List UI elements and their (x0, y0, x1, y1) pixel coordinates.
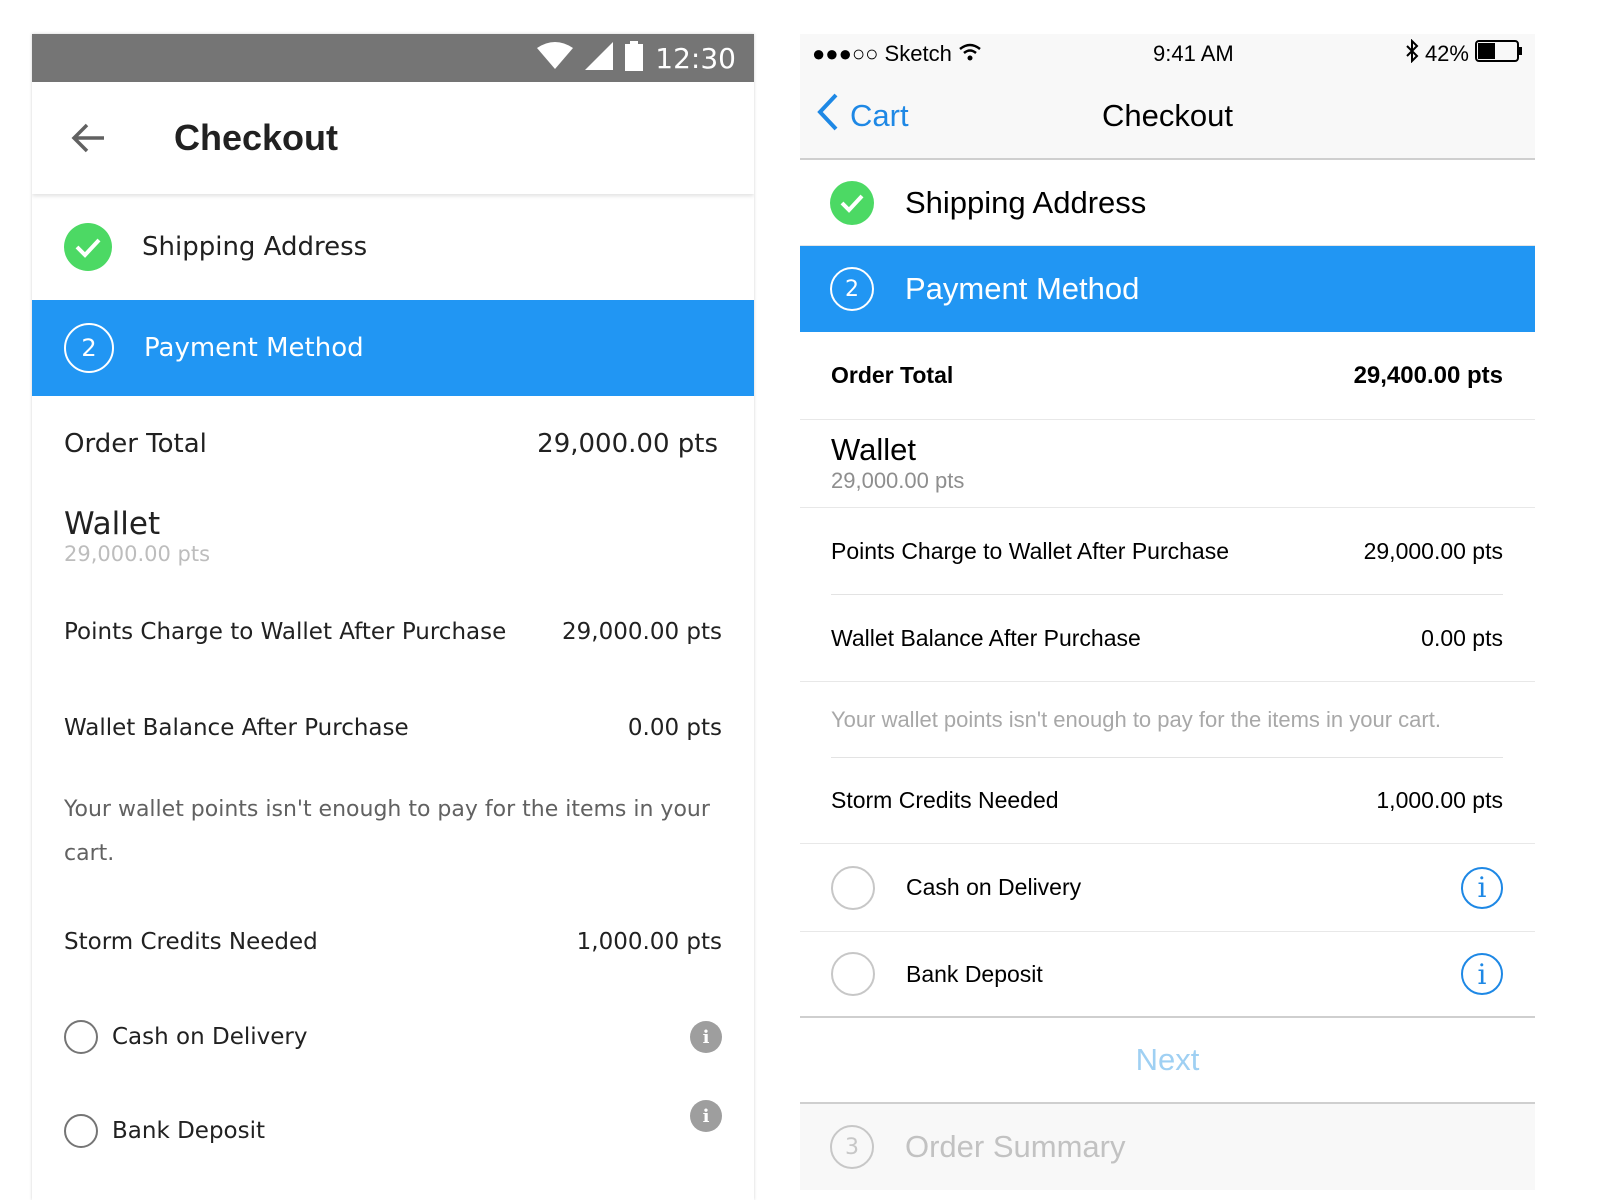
order-total-row: Order Total 29,000.00 pts (32, 396, 754, 492)
balance-after-label: Wallet Balance After Purchase (831, 624, 1141, 651)
wallet-title: Wallet (64, 506, 161, 542)
radio-button[interactable] (64, 1020, 98, 1054)
order-total-value: 29,400.00 pts (1353, 361, 1503, 389)
status-time: 9:41 AM (1153, 41, 1234, 66)
points-charge-label: Points Charge to Wallet After Purchase (64, 619, 507, 645)
ios-screen: ●●●○○ Sketch 9:41 AM 42% Cart Checkout S… (800, 34, 1535, 1200)
wallet-title: Wallet (831, 432, 916, 467)
back-button[interactable]: Cart (816, 92, 909, 140)
battery-percent: 42% (1424, 41, 1469, 66)
checkmark-icon (64, 223, 112, 271)
radio-button[interactable] (831, 865, 875, 910)
cellular-signal-icon (585, 42, 614, 74)
radio-button[interactable] (831, 952, 875, 996)
step-label: Order Summary (905, 1129, 1126, 1164)
step-label: Payment Method (905, 271, 1140, 306)
step-number: 2 (64, 323, 114, 373)
payment-option-bank-deposit[interactable]: Bank Deposit i (800, 932, 1535, 1016)
step-number: 2 (830, 267, 874, 311)
balance-after-row: Wallet Balance After Purchase 0.00 pts (800, 595, 1535, 682)
insufficient-points-note: Your wallet points isn't enough to pay f… (800, 682, 1535, 758)
credits-row: Storm Credits Needed 1,000.00 pts (800, 758, 1535, 844)
wallet-balance: 29,000.00 pts (64, 542, 211, 566)
battery-icon (1474, 40, 1523, 68)
payment-option-label: Cash on Delivery (906, 874, 1082, 900)
wallet-section: Wallet 29,000.00 pts (32, 492, 754, 584)
status-time: 12:30 (655, 41, 736, 75)
back-label: Cart (850, 98, 909, 133)
points-charge-value: 29,000.00 pts (562, 619, 722, 645)
page-title: Checkout (174, 117, 339, 158)
step-shipping-address[interactable]: Shipping Address (800, 160, 1535, 246)
balance-after-value: 0.00 pts (627, 715, 722, 741)
payment-option-label: Cash on Delivery (112, 1024, 308, 1050)
wallet-section: Wallet 29,000.00 pts (800, 420, 1535, 508)
payment-option-cash-on-delivery[interactable]: Cash on Delivery i (800, 844, 1535, 932)
info-icon[interactable]: i (690, 1100, 722, 1132)
android-status-bar: 12:30 (32, 34, 754, 82)
step-label: Payment Method (144, 333, 364, 363)
info-icon[interactable]: i (1461, 953, 1503, 995)
battery-icon (625, 41, 644, 75)
order-total-label: Order Total (831, 362, 954, 388)
step-shipping-address[interactable]: Shipping Address (32, 194, 754, 300)
credits-value: 1,000.00 pts (576, 929, 722, 955)
info-icon[interactable]: i (690, 1021, 722, 1053)
points-charge-label: Points Charge to Wallet After Purchase (831, 538, 1230, 564)
points-charge-row: Points Charge to Wallet After Purchase 2… (800, 508, 1535, 595)
points-charge-row: Points Charge to Wallet After Purchase 2… (32, 584, 754, 680)
step-order-summary: 3 Order Summary (800, 1104, 1535, 1190)
chevron-left-icon (816, 92, 840, 140)
payment-option-label: Bank Deposit (906, 960, 1043, 987)
step-number: 3 (830, 1125, 874, 1169)
info-icon[interactable]: i (1461, 866, 1503, 909)
wifi-icon (537, 42, 574, 74)
insufficient-points-note: Your wallet points isn't enough to pay f… (64, 797, 710, 866)
step-label: Shipping Address (905, 184, 1147, 220)
order-total-value: 29,000.00 pts (537, 429, 718, 459)
navigation-bar: Cart Checkout (800, 74, 1535, 160)
wifi-icon (958, 41, 982, 67)
toolbar: Checkout (32, 82, 754, 194)
payment-option-bank-deposit[interactable]: Bank Deposit i (32, 1084, 754, 1178)
ios-status-bar: ●●●○○ Sketch 9:41 AM 42% (800, 34, 1535, 74)
credits-value: 1,000.00 pts (1376, 787, 1503, 813)
points-charge-value: 29,000.00 pts (1363, 538, 1503, 564)
balance-after-row: Wallet Balance After Purchase 0.00 pts (32, 680, 754, 776)
balance-after-label: Wallet Balance After Purchase (64, 715, 409, 741)
credits-label: Storm Credits Needed (831, 787, 1059, 813)
credits-label: Storm Credits Needed (64, 929, 318, 955)
wallet-balance: 29,000.00 pts (831, 468, 965, 493)
step-payment-method[interactable]: 2 Payment Method (800, 246, 1535, 332)
android-screen: 12:30 Checkout Shipping Address 2 Paymen… (32, 34, 754, 1200)
page-title: Checkout (1102, 98, 1233, 133)
step-label: Shipping Address (142, 232, 368, 262)
order-total-label: Order Total (64, 429, 207, 459)
next-button[interactable]: Next (800, 1016, 1535, 1104)
carrier-signal: ●●●○○ Sketch (812, 41, 952, 66)
payment-option-cash-on-delivery[interactable]: Cash on Delivery i (32, 990, 754, 1084)
credits-row: Storm Credits Needed 1,000.00 pts (32, 894, 754, 990)
radio-button[interactable] (64, 1114, 98, 1148)
payment-option-label: Bank Deposit (112, 1118, 266, 1144)
step-payment-method[interactable]: 2 Payment Method (32, 300, 754, 396)
order-total-row: Order Total 29,400.00 pts (800, 332, 1535, 420)
bluetooth-icon (1405, 38, 1419, 69)
balance-after-value: 0.00 pts (1421, 624, 1503, 651)
back-arrow-icon[interactable] (68, 118, 108, 158)
checkmark-icon (830, 180, 874, 225)
